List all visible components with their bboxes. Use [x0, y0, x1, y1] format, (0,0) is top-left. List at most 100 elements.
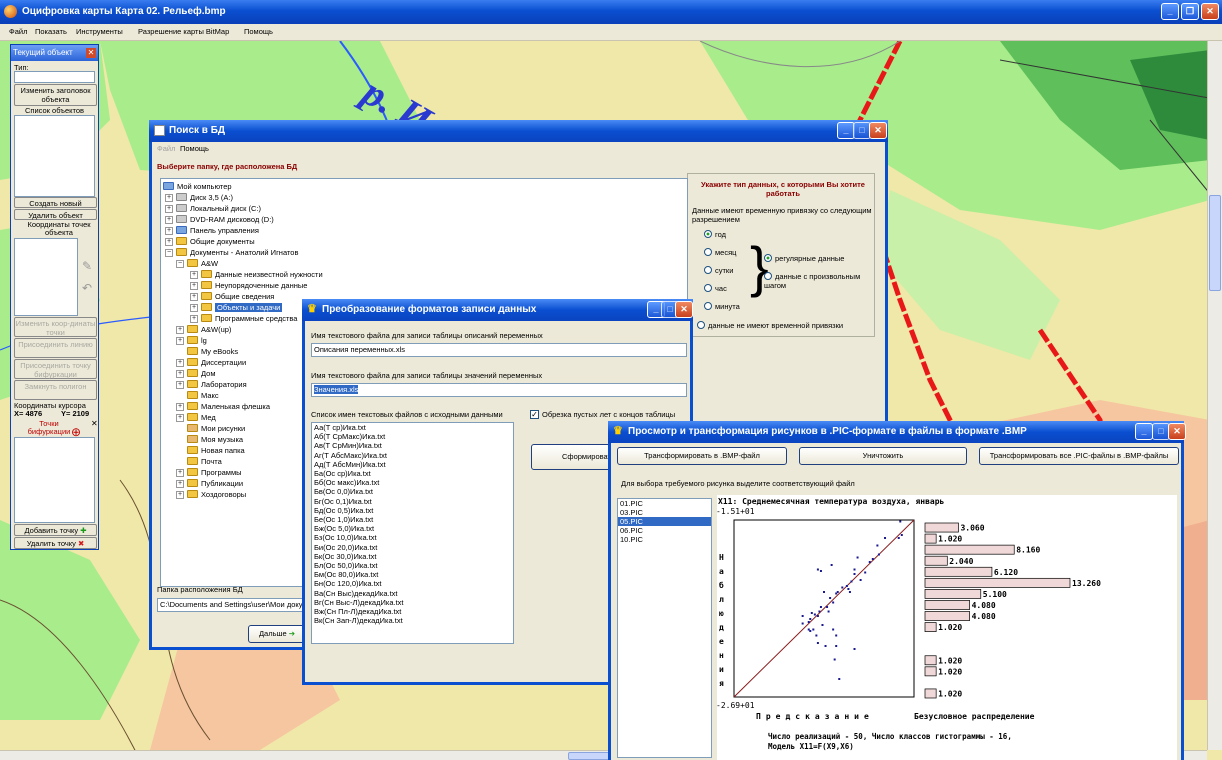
tree-item[interactable]: A&W(up) — [187, 324, 231, 335]
radio-day[interactable]: сутки — [704, 266, 733, 275]
viewer-close-button[interactable]: ✕ — [1168, 423, 1186, 440]
source-file-item[interactable]: Бк(Ос 30,0)Ика.txt — [312, 552, 513, 561]
source-file-item[interactable]: Бд(Ос 0,5)Ика.txt — [312, 506, 513, 515]
trim-checkbox[interactable]: ✓ Обрезка пустых лет с концов таблицы — [530, 410, 675, 419]
create-new-button[interactable]: Создать новый — [14, 197, 97, 208]
source-file-item[interactable]: Бв(Ос 0,0)Ика.txt — [312, 487, 513, 496]
tree-item[interactable]: Хоздоговоры — [187, 489, 246, 500]
menu-resolution[interactable]: Разрешение карты BitMap — [138, 27, 229, 36]
attach-bifurcation-button[interactable]: Присоединить точку бифуркации — [14, 359, 97, 379]
source-file-item[interactable]: Аб(Т СрМакс)Ика.txt — [312, 432, 513, 441]
radio-hour[interactable]: час — [704, 284, 727, 293]
source-file-item[interactable]: Вг(Сн Выс-Л)декадИка.txt — [312, 598, 513, 607]
source-file-item[interactable]: Бг(Ос 0,1)Ика.txt — [312, 497, 513, 506]
tree-item[interactable]: lg — [187, 335, 207, 346]
source-file-item[interactable]: Ба(Ос ср)Ика.txt — [312, 469, 513, 478]
menu-tools[interactable]: Инструменты — [76, 27, 123, 36]
source-file-item[interactable]: Аа(Т ср)Ика.txt — [312, 423, 513, 432]
source-file-item[interactable]: Би(Ос 20,0)Ика.txt — [312, 543, 513, 552]
tree-item[interactable]: Локальный диск (C:) — [176, 203, 261, 214]
change-header-button[interactable]: Изменить заголовок объекта — [14, 84, 97, 106]
menu-help[interactable]: Помощь — [244, 27, 273, 36]
bifurcation-list[interactable] — [14, 437, 95, 523]
tree-item-selected[interactable]: Объекты и задачи — [201, 302, 283, 313]
tree-item[interactable]: Данные неизвестной нужности — [201, 269, 323, 280]
viewer-minimize-button[interactable]: _ — [1135, 423, 1153, 440]
tree-item[interactable]: Маленькая флешка — [187, 401, 270, 412]
delete-button[interactable]: Уничтожить — [799, 447, 967, 465]
menu-view[interactable]: Показать — [35, 27, 67, 36]
tree-item[interactable]: Общие сведения — [201, 291, 274, 302]
attach-line-button[interactable]: Присоединить линию — [14, 338, 97, 358]
source-file-item[interactable]: Бм(Ос 80,0)Ика.txt — [312, 570, 513, 579]
radio-arbitrary[interactable]: данные с произвольным шагом — [764, 272, 874, 290]
convert-close-button[interactable]: ✕ — [675, 301, 693, 318]
pic-file-item[interactable]: 03.PIC — [618, 508, 711, 517]
tree-item[interactable]: My eBooks — [187, 346, 238, 357]
source-file-item[interactable]: Вк(Сн Зап-Л)декадИка.txt — [312, 616, 513, 625]
tree-item[interactable]: Лаборатория — [187, 379, 247, 390]
desc-file-field[interactable]: Описания переменных.xls — [311, 343, 687, 357]
radio-month[interactable]: месяц — [704, 248, 736, 257]
source-file-item[interactable]: Вж(Сн Пл-Л)декадИка.txt — [312, 607, 513, 616]
close-button[interactable]: ✕ — [1201, 3, 1219, 20]
add-point-button[interactable]: Добавить точку ✚ — [14, 524, 97, 536]
tree-item[interactable]: Мои рисунки — [187, 423, 245, 434]
source-file-item[interactable]: Ва(Сн Выс)декадИка.txt — [312, 589, 513, 598]
radio-year[interactable]: год — [704, 230, 726, 239]
map-vertical-scrollbar[interactable] — [1207, 41, 1222, 750]
transform-all-button[interactable]: Трансформировать все .PIC-файлы в .BMP-ф… — [979, 447, 1179, 465]
delete-point-button[interactable]: Удалить точку ✖ — [14, 537, 97, 549]
tree-item[interactable]: Неупорядоченные данные — [201, 280, 307, 291]
source-file-item[interactable]: Бж(Ос 5,0)Ика.txt — [312, 524, 513, 533]
close-polygon-button[interactable]: Замкнуть полигон — [14, 380, 97, 400]
source-file-item[interactable]: Ав(Т СрМин)Ика.txt — [312, 441, 513, 450]
source-file-item[interactable]: Бз(Ос 10,0)Ика.txt — [312, 533, 513, 542]
pic-file-item[interactable]: 01.PIC — [618, 499, 711, 508]
tree-my-computer[interactable]: Мой компьютер — [163, 181, 232, 192]
source-file-item[interactable]: Ад(Т АбсМин)Ика.txt — [312, 460, 513, 469]
values-file-field[interactable]: Значения.xls — [311, 383, 687, 397]
tree-item[interactable]: Программные средства — [201, 313, 297, 324]
tree-item[interactable]: Общие документы — [176, 236, 255, 247]
tree-item[interactable]: Документы - Анатолий Игнатов — [176, 247, 298, 258]
undo-icon[interactable]: ↶ — [82, 281, 92, 295]
restore-button[interactable]: ❐ — [1181, 3, 1199, 20]
tree-item[interactable]: Панель управления — [176, 225, 259, 236]
next-button[interactable]: Дальше ➔ — [248, 625, 306, 643]
source-file-item[interactable]: Бе(Ос 1,0)Ика.txt — [312, 515, 513, 524]
minimize-button[interactable]: _ — [1161, 3, 1179, 20]
tree-item[interactable]: DVD-RAM дисковод (D:) — [176, 214, 274, 225]
search-close-button[interactable]: ✕ — [869, 122, 887, 139]
bif-close-icon[interactable]: ✕ — [91, 419, 98, 428]
type-field[interactable] — [14, 71, 95, 83]
source-file-item[interactable]: Бб(Ос макс)Ика.txt — [312, 478, 513, 487]
radio-regular[interactable]: регулярные данные — [764, 254, 844, 263]
pic-file-item[interactable]: 05.PIC — [618, 517, 711, 526]
tree-item[interactable]: Почта — [187, 456, 222, 467]
search-menu-file[interactable]: Файл — [157, 144, 175, 153]
folder-path-field[interactable]: C:\Documents and Settings\user\Мои докум… — [157, 598, 307, 612]
tree-item[interactable]: Диск 3,5 (A:) — [176, 192, 233, 203]
tree-item[interactable]: Программы — [187, 467, 242, 478]
tree-item[interactable]: Макс — [187, 390, 219, 401]
object-list[interactable] — [14, 115, 95, 197]
delete-object-button[interactable]: Удалить объект — [14, 209, 97, 220]
source-file-item[interactable]: Бл(Ос 50,0)Ика.txt — [312, 561, 513, 570]
pic-file-list[interactable]: 01.PIC 03.PIC 05.PIC 06.PIC 10.PIC — [617, 498, 712, 758]
source-file-item[interactable]: Бн(Ос 120,0)Ика.txt — [312, 579, 513, 588]
tree-item[interactable]: Мед — [187, 412, 216, 423]
tree-item[interactable]: Моя музыка — [187, 434, 243, 445]
pic-file-item[interactable]: 10.PIC — [618, 535, 711, 544]
radio-minute[interactable]: минута — [704, 302, 740, 311]
transform-button[interactable]: Трансформировать в .BMP-файл — [617, 447, 787, 465]
pencil-icon[interactable]: ✎ — [82, 259, 92, 273]
panel-close-icon[interactable]: ✕ — [86, 48, 96, 58]
menu-file[interactable]: Файл — [9, 27, 27, 36]
pic-file-item[interactable]: 06.PIC — [618, 526, 711, 535]
change-coords-button[interactable]: Изменить коор-динаты точки — [14, 317, 97, 337]
tree-item[interactable]: Диссертации — [187, 357, 246, 368]
tree-item[interactable]: Публикации — [187, 478, 243, 489]
radio-no-time[interactable]: данные не имеют временной привязки — [697, 321, 843, 330]
coords-list[interactable] — [14, 238, 78, 316]
